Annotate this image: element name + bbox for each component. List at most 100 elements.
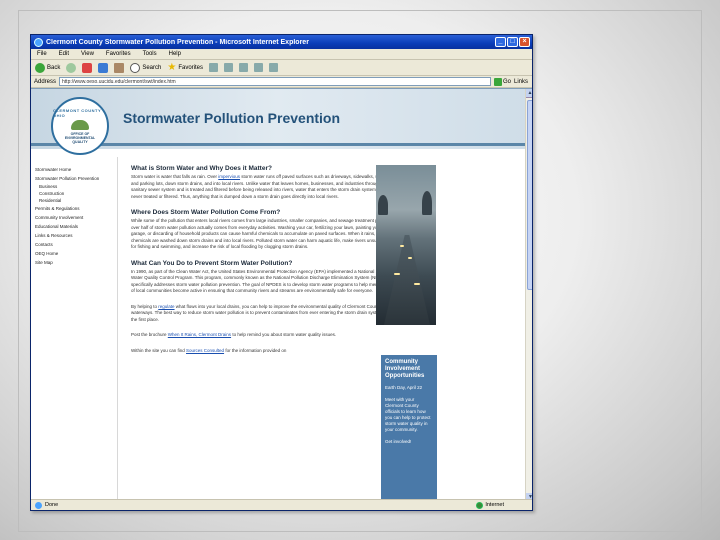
address-input[interactable]: http://www.oeso.uucidu.edu/clermont/swt/… xyxy=(59,77,491,86)
browser-window: Clermont County Stormwater Pollution Pre… xyxy=(30,34,533,511)
nav-item-contacts[interactable]: Contacts xyxy=(35,240,119,249)
toolbar: Back Search ★ Favorites xyxy=(31,60,532,76)
nav-item-residential[interactable]: Residential xyxy=(35,197,119,204)
links-button[interactable]: Links xyxy=(514,79,528,85)
menu-help[interactable]: Help xyxy=(169,51,181,57)
refresh-icon xyxy=(98,62,109,73)
sidebox-meet-officials: Meet with your Clermont County officials… xyxy=(385,397,431,432)
regulate-link[interactable]: regulate xyxy=(158,304,174,309)
nav-item-business[interactable]: Business xyxy=(35,183,119,190)
nav-item-community[interactable]: Community Involvement xyxy=(35,213,119,222)
star-icon: ★ xyxy=(167,62,177,73)
address-label: Address xyxy=(34,78,57,85)
vertical-scrollbar[interactable]: ▲ ▼ xyxy=(525,89,532,501)
refresh-button[interactable] xyxy=(98,62,109,73)
page-viewport: Stormwater Pollution Prevention CLERMONT… xyxy=(31,88,532,501)
paragraph-sources: Within the site you can find Sources Con… xyxy=(131,348,391,355)
body-text: By helping to xyxy=(131,303,159,309)
mail-icon xyxy=(224,63,234,72)
zone-label: Internet xyxy=(485,502,504,508)
web-page: Stormwater Pollution Prevention CLERMONT… xyxy=(31,89,525,501)
favorites-label: Favorites xyxy=(178,64,204,71)
menu-file[interactable]: File xyxy=(37,51,47,57)
sidebox-title: Community Involvement Opportunities xyxy=(385,359,425,379)
brochure-link[interactable]: When It Rains, Clermont Drains xyxy=(168,332,231,337)
section-title-what-can-you-do: What Can You Do to Prevent Storm Water P… xyxy=(131,259,293,267)
page-done-icon xyxy=(35,501,42,509)
back-arrow-icon xyxy=(35,62,45,73)
county-seal-logo[interactable]: CLERMONT COUNTY OHIO OFFICE OF ENVIRONME… xyxy=(51,97,109,155)
go-arrow-icon xyxy=(493,77,502,86)
minimize-button[interactable]: _ xyxy=(495,37,506,47)
nav-item-oeq-home[interactable]: OEQ Home xyxy=(35,249,119,258)
photo-headlight xyxy=(394,273,400,275)
body-text: Storm water is water that falls as rain.… xyxy=(131,174,219,179)
stop-button[interactable] xyxy=(82,62,93,73)
photo-road xyxy=(384,235,430,325)
menu-tools[interactable]: Tools xyxy=(143,51,157,57)
seal-text-3: QUALITY xyxy=(72,140,88,144)
go-button[interactable]: Go xyxy=(493,77,511,86)
body-text: While some of the pollution that enters … xyxy=(131,218,389,249)
sources-link[interactable]: Sources Consulted xyxy=(186,348,224,353)
back-label: Back xyxy=(47,64,61,71)
nav-item-site-map[interactable]: Site Map xyxy=(35,258,119,267)
print-button[interactable] xyxy=(239,63,249,72)
media-icon xyxy=(209,63,219,72)
print-icon xyxy=(239,63,249,72)
forward-button[interactable] xyxy=(66,62,77,73)
status-bar: Done Internet xyxy=(31,499,532,510)
folder-icon xyxy=(269,63,279,72)
globe-icon xyxy=(476,501,484,509)
body-text: Post the brochure xyxy=(131,332,168,337)
section-title-where-from: Where Does Storm Water Pollution Come Fr… xyxy=(131,209,281,216)
stop-icon xyxy=(82,62,93,73)
home-button[interactable] xyxy=(114,62,125,73)
maximize-button[interactable]: □ xyxy=(507,37,518,47)
go-label: Go xyxy=(502,78,511,85)
menu-view[interactable]: View xyxy=(81,51,94,57)
nav-divider xyxy=(117,157,118,501)
impervious-link[interactable]: impervious xyxy=(218,174,240,179)
sidebox-get-involved[interactable]: Get involved! xyxy=(385,439,433,445)
paragraph-brochure: Post the brochure When It Rains, Clermon… xyxy=(131,332,391,339)
media-button[interactable] xyxy=(209,63,219,72)
nav-item-construction[interactable]: Construction xyxy=(35,190,119,197)
nav-item-stormwater-home[interactable]: Stormwater Home xyxy=(35,165,119,174)
security-zone: Internet xyxy=(476,501,532,509)
scroll-up-icon[interactable]: ▲ xyxy=(526,89,532,98)
address-bar: Address http://www.oeso.uucidu.edu/clerm… xyxy=(31,76,532,88)
site-title: Stormwater Pollution Prevention xyxy=(123,110,341,126)
section-body-what-can-you-do: In 1990, as part of the Clean Water Act,… xyxy=(131,269,391,295)
search-icon xyxy=(130,62,141,73)
search-button[interactable]: Search xyxy=(130,62,161,73)
nav-item-links[interactable]: Links & Resources xyxy=(35,231,119,240)
edit-icon xyxy=(254,63,264,72)
edit-button[interactable] xyxy=(254,63,264,72)
scroll-thumb[interactable] xyxy=(527,100,532,290)
back-button[interactable]: Back xyxy=(35,62,61,73)
photo-headlight xyxy=(408,257,412,259)
home-icon xyxy=(114,62,125,73)
photo-headlight xyxy=(400,245,404,247)
section-title-what-is: What is Storm Water and Why Does it Matt… xyxy=(131,165,272,172)
mail-button[interactable] xyxy=(224,63,234,72)
menu-edit[interactable]: Edit xyxy=(59,51,69,57)
nav-item-educational[interactable]: Educational Materials xyxy=(35,222,119,231)
main-content: What is Storm Water and Why Does it Matt… xyxy=(131,165,391,363)
seal-landscape-icon xyxy=(71,120,89,130)
menu-favorites[interactable]: Favorites xyxy=(106,51,131,57)
photo-tree xyxy=(422,191,432,215)
header-stripe xyxy=(31,143,525,146)
nav-item-permits[interactable]: Permits & Regulations xyxy=(35,204,119,213)
close-button[interactable]: × xyxy=(519,37,530,47)
rainy-road-photo xyxy=(376,165,436,325)
sidebox-earth-day: Earth Day, April 22 xyxy=(385,385,423,390)
folder-button[interactable] xyxy=(269,63,279,72)
menu-bar: File Edit View Favorites Tools Help xyxy=(31,49,532,60)
favorites-button[interactable]: ★ Favorites xyxy=(167,62,203,73)
body-text: for the information provided on xyxy=(224,347,287,353)
section-body-where-from: While some of the pollution that enters … xyxy=(131,218,391,251)
ie-logo-icon xyxy=(34,37,43,47)
nav-item-pollution-prevention[interactable]: Stormwater Pollution Prevention xyxy=(35,174,119,183)
